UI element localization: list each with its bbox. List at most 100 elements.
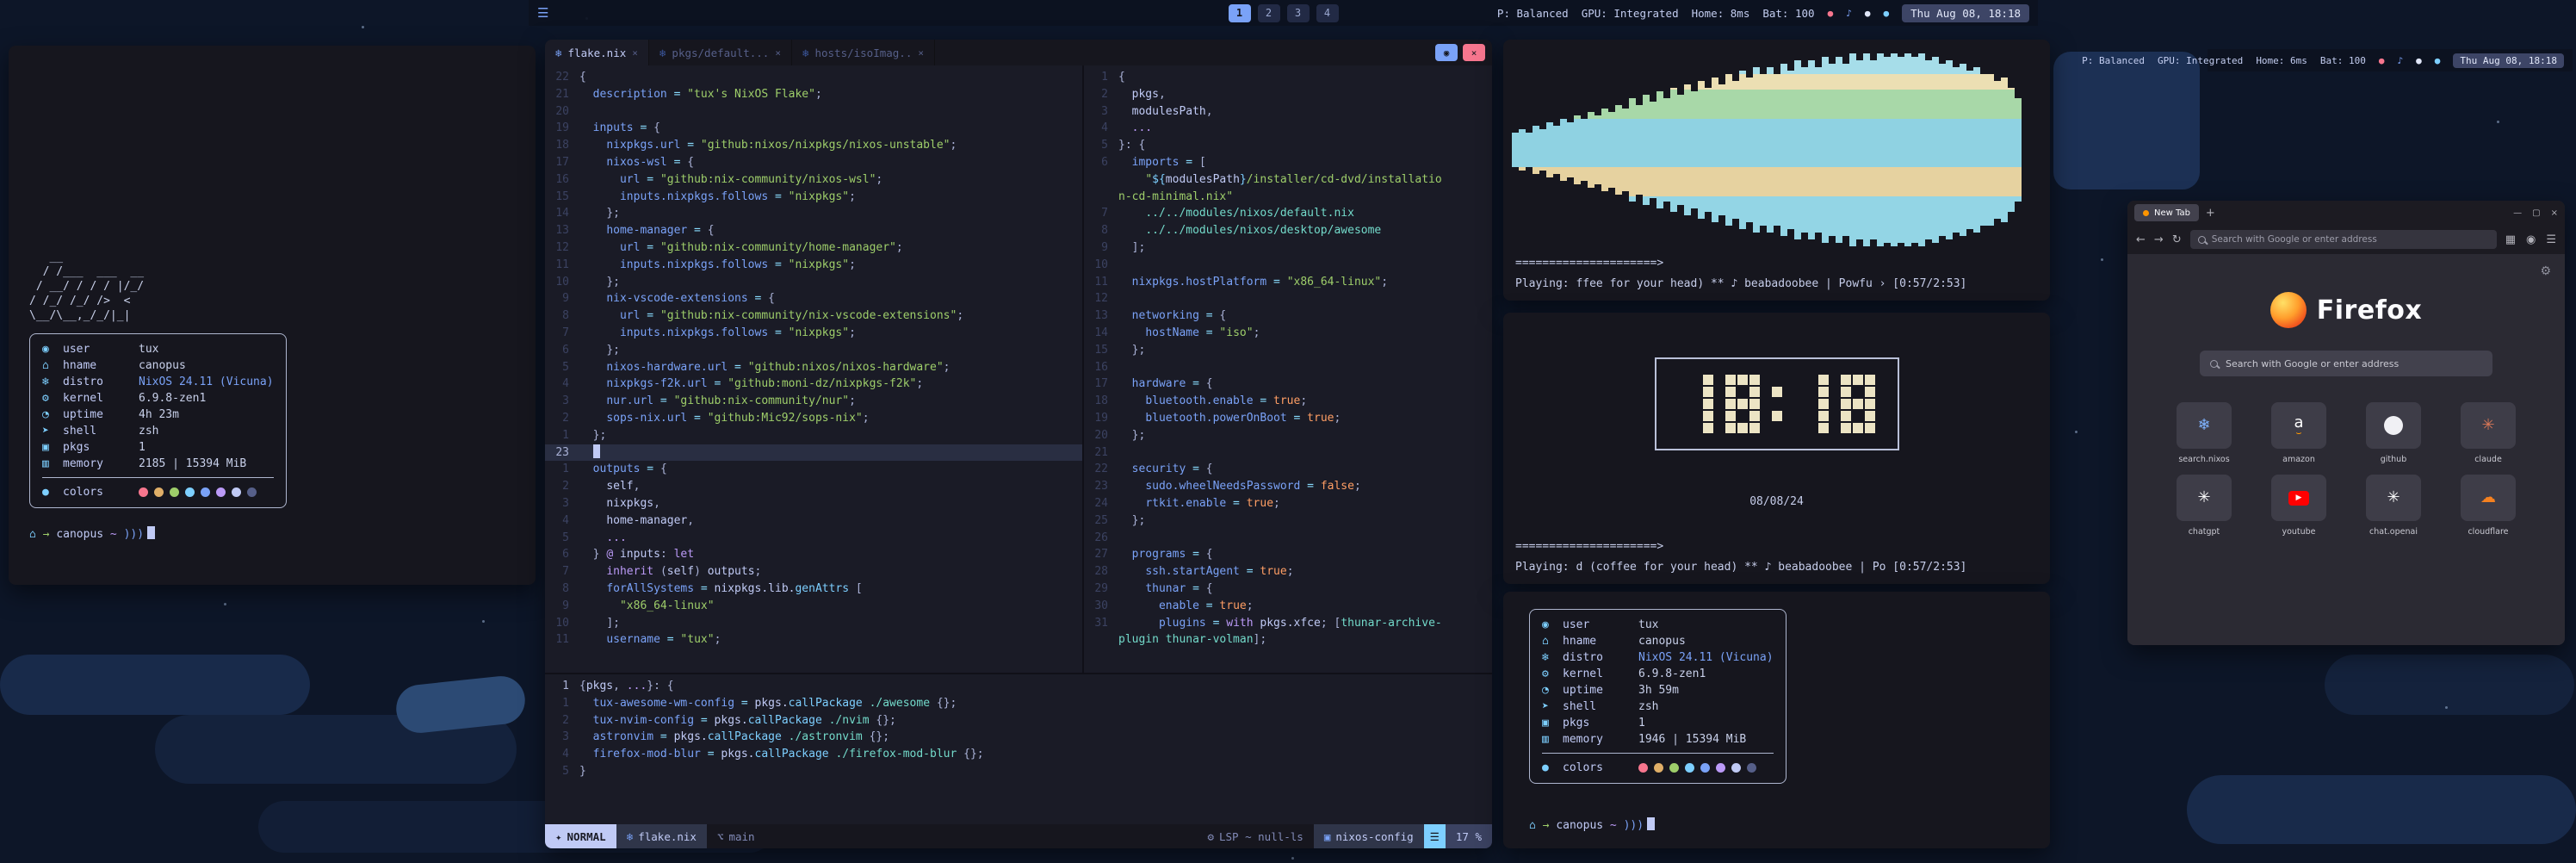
tab-close-icon[interactable]: × <box>775 47 781 59</box>
viz-bar <box>2001 78 2008 222</box>
viz-bar <box>1877 53 1884 246</box>
back-icon[interactable]: ← <box>2136 233 2146 246</box>
bar-status-item-1[interactable]: GPU: Integrated <box>1582 7 1679 20</box>
viz-bar <box>1891 53 1898 246</box>
extensions-icon[interactable]: ▦ <box>2505 233 2516 246</box>
viz-bar <box>1712 78 1718 222</box>
bar-tray-icon[interactable]: ● <box>1865 8 1871 19</box>
fetch-row-user: ◉usertux <box>1542 617 1774 633</box>
close-icon: × <box>1471 47 1477 59</box>
menu-icon[interactable]: ☰ <box>2546 233 2556 246</box>
bar-tray-icon[interactable]: ● <box>2435 55 2441 66</box>
bar-tray-icon[interactable]: ● <box>1883 8 1889 19</box>
account-icon[interactable]: ◉ <box>2526 233 2536 246</box>
viz-bar <box>1767 67 1774 233</box>
pane-flake-nix[interactable]: 22{21 description = "tux's NixOS Flake";… <box>545 65 1084 673</box>
bar-status-item-0[interactable]: P: Balanced <box>2082 55 2145 66</box>
tab-flake.nix[interactable]: ❄flake.nix× <box>545 40 649 65</box>
pane-iso-image[interactable]: 1{2 pkgs,3 modulesPath,4 ...5}: {6 impor… <box>1084 65 1492 673</box>
ascii-art: __ / /___ ___ __ / __/ / / / |/_/ / /_/ … <box>29 250 144 323</box>
personalize-gear-icon[interactable]: ⚙ <box>2540 264 2551 278</box>
editor-splits: 22{21 description = "tux's NixOS Flake";… <box>545 65 1492 673</box>
tabbar-buttons: ◉ × <box>1435 40 1492 65</box>
lines-icon: ☰ <box>1430 830 1440 843</box>
bar-status-right: P: Balanced GPU: Integrated Home: 6ms Bat: … <box>2082 53 2564 68</box>
reload-icon[interactable]: ↻ <box>2172 233 2182 246</box>
shortcut-youtube[interactable]: ▶youtube <box>2257 475 2340 537</box>
firefox-window[interactable]: New Tab + — ▢ × ← → ↻ Search with Google… <box>2127 201 2565 645</box>
viz-bar <box>1966 71 1973 229</box>
workspace-1[interactable]: 1 <box>1229 4 1251 22</box>
line-number: 5 <box>545 359 579 376</box>
shell-prompt[interactable]: ⌂ → canopus ~ ))) <box>1529 817 1655 832</box>
bar-status-item-3[interactable]: Bat: 100 <box>2320 55 2366 66</box>
code-line: 2 tux-nvim-config = pkgs.callPackage ./n… <box>545 712 1492 730</box>
newtab-search-input[interactable]: Search with Google or enter address <box>2200 351 2492 376</box>
bar-status-item-2[interactable]: Home: 6ms <box>2256 55 2307 66</box>
code-line: 11 username = "tux"; <box>545 631 1082 649</box>
fetch-row-distro: ❄distroNixOS 24.11 (Vicuna) <box>42 374 274 390</box>
neovim-editor-window[interactable]: ❄flake.nix×❄pkgs/default...×❄hosts/isoIm… <box>545 40 1492 848</box>
tab-new-tab[interactable]: New Tab <box>2134 204 2199 221</box>
workspace-3[interactable]: 3 <box>1287 4 1310 22</box>
terminal-fastfetch-left[interactable]: __ / /___ ___ __ / __/ / / / |/_/ / /_/ … <box>9 46 536 585</box>
code-line: 14 hostName = "iso"; <box>1084 325 1492 342</box>
nix-icon: ❄ <box>555 47 562 59</box>
bar-tray-icon[interactable]: ● <box>2416 55 2422 66</box>
tab-hosts/isoImag..[interactable]: ❄hosts/isoImag..× <box>792 40 935 65</box>
bar-status-item-0[interactable]: P: Balanced <box>1497 7 1569 20</box>
new-tab-button[interactable]: + <box>2206 207 2215 220</box>
shortcut-search.nixos[interactable]: ❄search.nixos <box>2163 402 2245 464</box>
workspace-4[interactable]: 4 <box>1316 4 1339 22</box>
bar-tray-icon[interactable]: ● <box>1828 8 1834 19</box>
code-line: 21 description = "tux's NixOS Flake"; <box>545 86 1082 103</box>
fetch-row-kernel: ⚙kernel6.9.8-zen1 <box>1542 666 1774 682</box>
bar-clock[interactable]: Thu Aug 08, 18:18 <box>2453 53 2564 68</box>
line-number: 1 <box>545 427 579 444</box>
bar-tray-icon[interactable]: ♪ <box>2398 55 2404 66</box>
bar-status-item-2[interactable]: Home: 8ms <box>1692 7 1750 20</box>
url-bar[interactable]: Search with Google or enter address <box>2190 230 2497 249</box>
buffer-picker-button[interactable]: ◉ <box>1435 44 1458 61</box>
pane-pkgs-default[interactable]: 1{pkgs, ...}: {1 tux-awesome-wm-config =… <box>545 673 1492 824</box>
bar-tray-icon[interactable]: ♪ <box>1846 8 1852 19</box>
shell-prompt[interactable]: ⌂ → canopus ~ ))) <box>29 526 155 541</box>
close-icon[interactable]: × <box>2551 208 2558 218</box>
line-number: 29 <box>1084 581 1118 598</box>
window-close-button[interactable]: × <box>1463 44 1485 61</box>
editor-tabbar: ❄flake.nix×❄pkgs/default...×❄hosts/isoIm… <box>545 40 1492 65</box>
minimize-icon[interactable]: — <box>2513 208 2522 218</box>
shortcut-github[interactable]: github <box>2352 402 2435 464</box>
viz-bar <box>1739 71 1746 229</box>
forward-icon[interactable]: → <box>2154 233 2164 246</box>
shortcut-chat.openai[interactable]: ✳chat.openai <box>2352 475 2435 537</box>
cloudflare-icon: ☁ <box>2461 475 2516 521</box>
clock-digit-colon <box>1772 375 1782 433</box>
tab-pkgs/default...[interactable]: ❄pkgs/default...× <box>649 40 792 65</box>
viz-bar <box>1725 74 1732 226</box>
workspace-2[interactable]: 2 <box>1258 4 1280 22</box>
viz-bar <box>1842 64 1849 236</box>
line-number: 2 <box>545 410 579 427</box>
bar-status-item-3[interactable]: Bat: 100 <box>1762 7 1814 20</box>
code-line: 5}: { <box>1084 137 1492 154</box>
bar-clock[interactable]: Thu Aug 08, 18:18 <box>1902 4 2029 22</box>
clock-window[interactable]: 08/08/24 =====================> Playing:… <box>1503 313 2050 584</box>
audio-visualizer-window[interactable]: =====================> Playing: ffee for… <box>1503 40 2050 301</box>
branch-label: main <box>728 830 754 843</box>
tab-close-icon[interactable]: × <box>632 47 638 59</box>
line-number: 23 <box>545 444 579 462</box>
maximize-icon[interactable]: ▢ <box>2532 208 2540 218</box>
bar-tray-icon[interactable]: ● <box>2379 55 2385 66</box>
code-line: 5 ... <box>545 530 1082 547</box>
terminal-fastfetch-right[interactable]: ◉usertux⌂hnamecanopus❄distroNixOS 24.11 … <box>1503 592 2050 848</box>
tab-close-icon[interactable]: × <box>918 47 924 59</box>
bar-status-item-1[interactable]: GPU: Integrated <box>2158 55 2243 66</box>
shortcut-chatgpt[interactable]: ✳chatgpt <box>2163 475 2245 537</box>
line-number: 28 <box>1084 563 1118 581</box>
shortcut-amazon[interactable]: a⌣amazon <box>2257 402 2340 464</box>
shortcut-claude[interactable]: ✳claude <box>2447 402 2530 464</box>
launcher-menu-icon[interactable]: ☰ <box>537 5 548 21</box>
shortcut-cloudflare[interactable]: ☁cloudflare <box>2447 475 2530 537</box>
viz-bar <box>1636 105 1643 195</box>
